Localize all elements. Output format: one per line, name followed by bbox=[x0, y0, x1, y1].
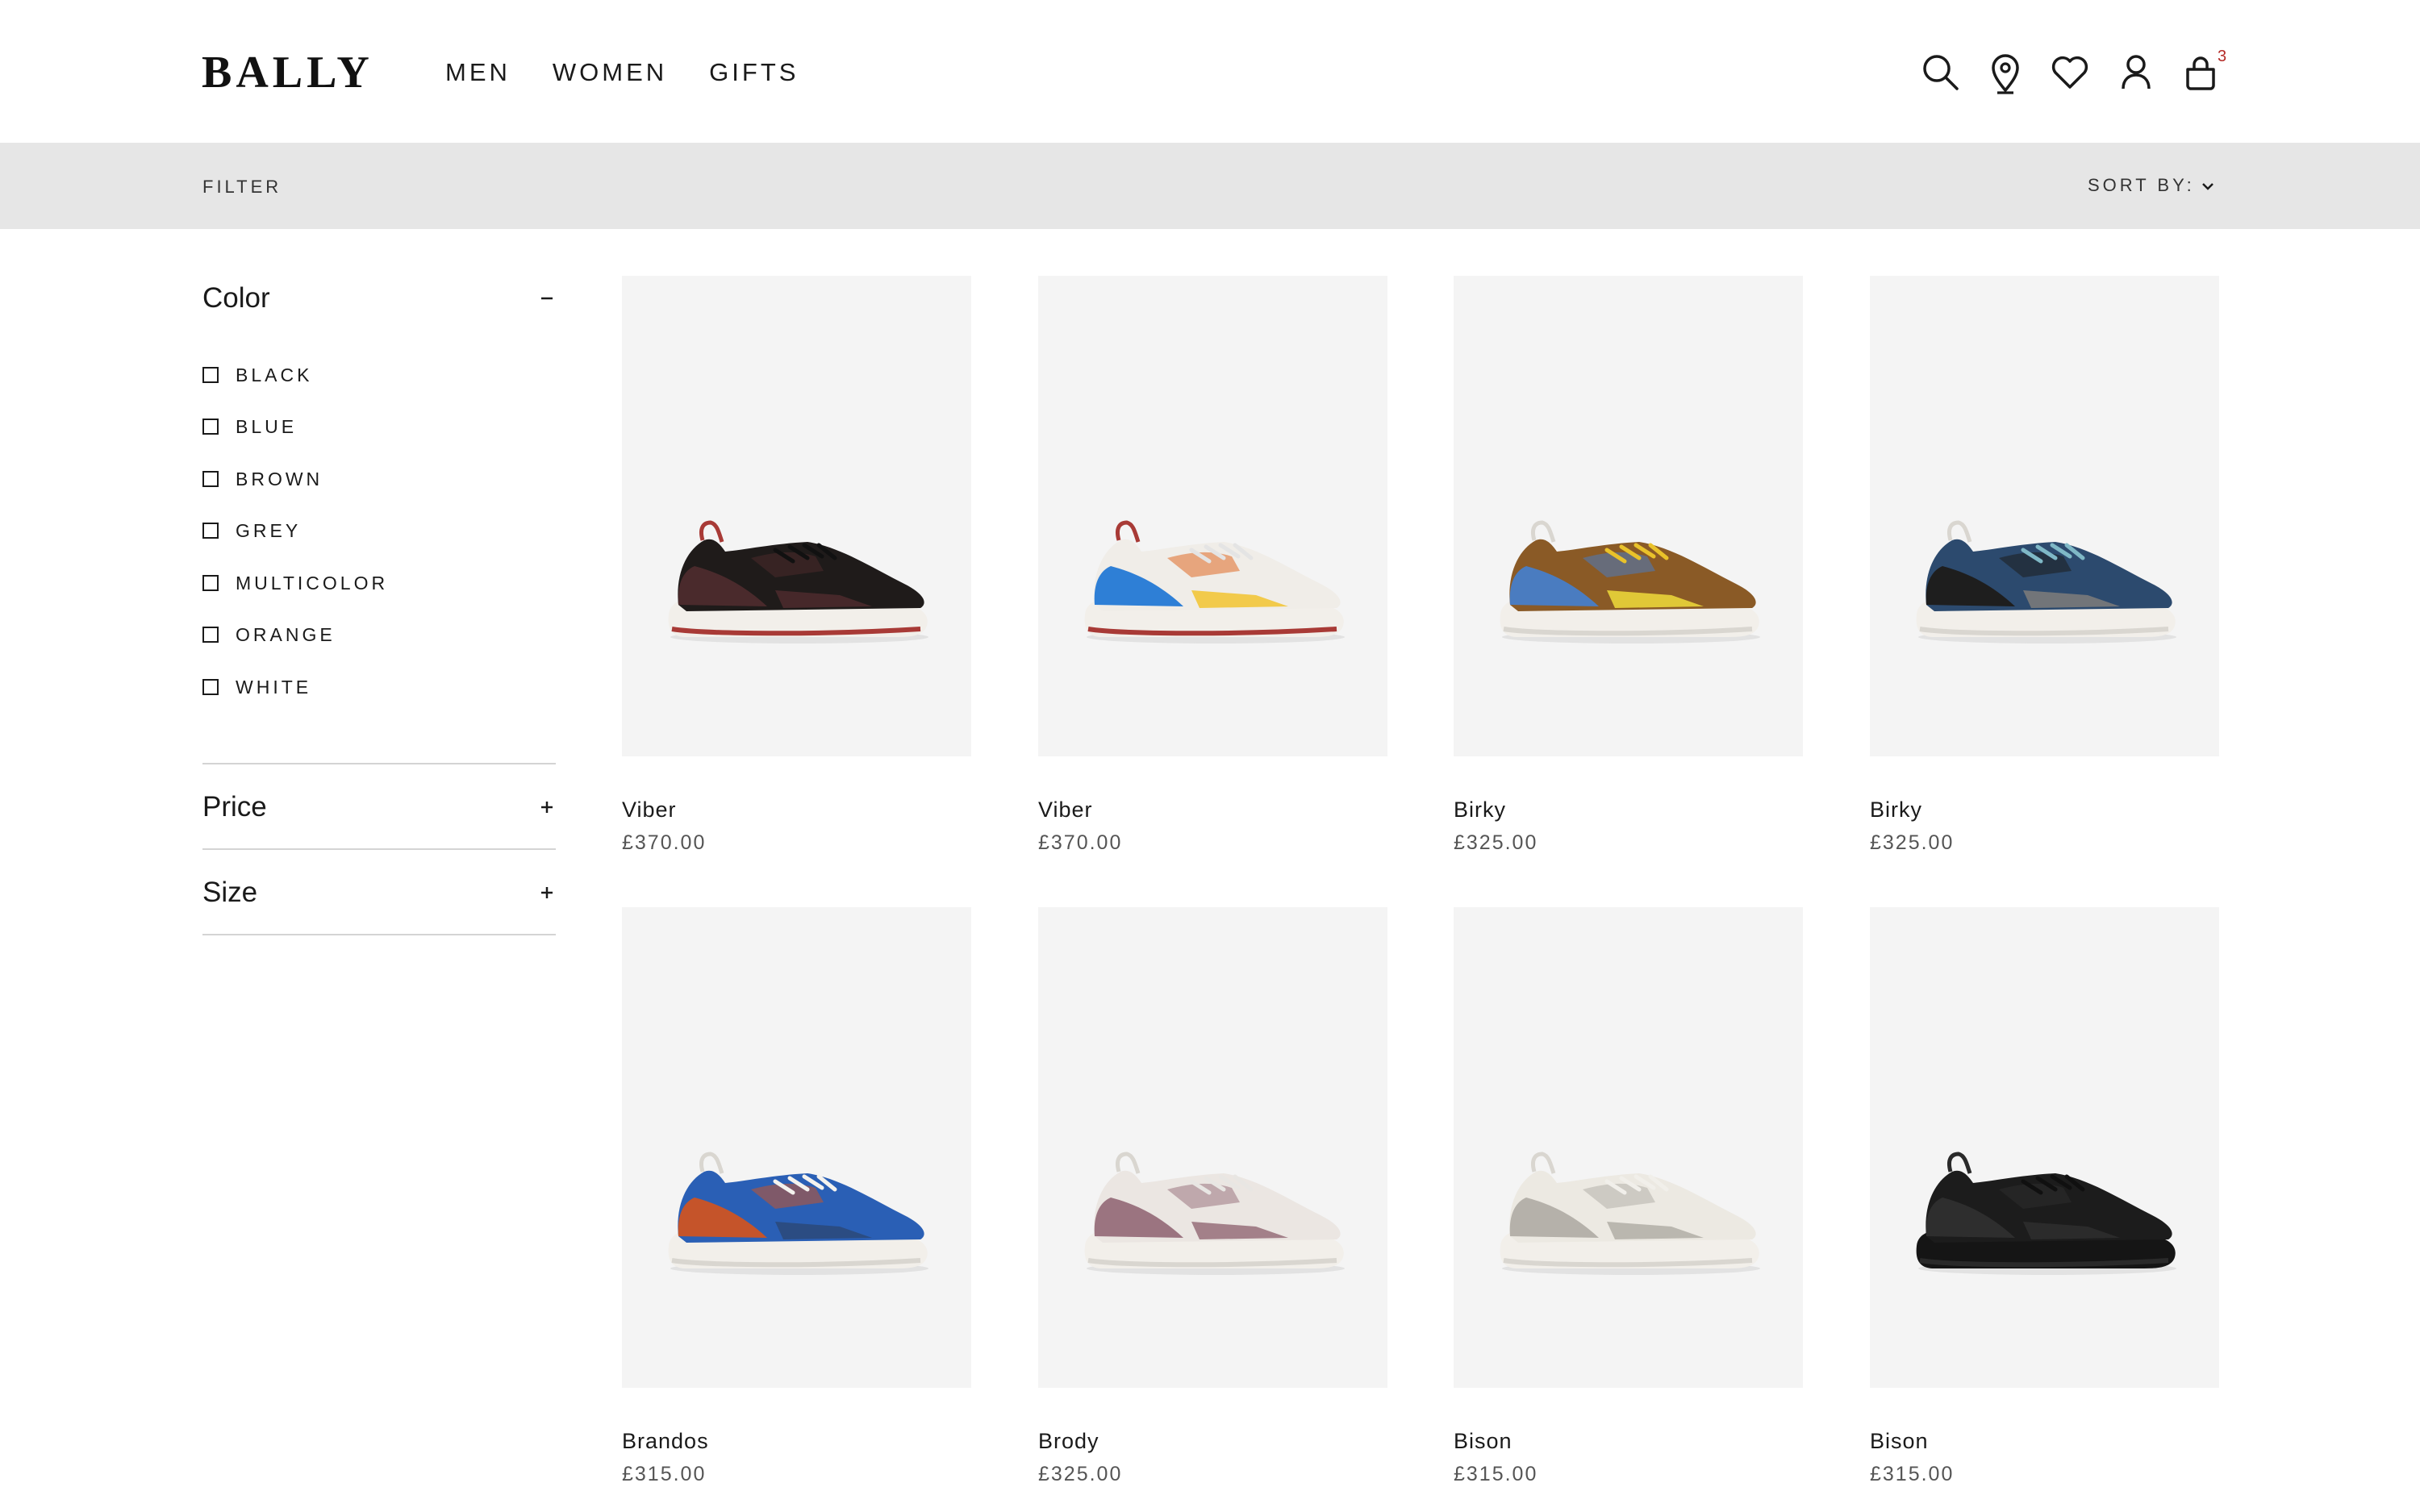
product-image[interactable] bbox=[622, 907, 971, 1388]
product-price: £325.00 bbox=[1038, 1463, 1123, 1485]
product-image[interactable] bbox=[1870, 907, 2219, 1388]
product-name[interactable]: Bison bbox=[1454, 1428, 1512, 1454]
collapse-icon[interactable] bbox=[534, 285, 560, 311]
color-option-label: GREY bbox=[236, 520, 302, 541]
product-image[interactable] bbox=[1454, 907, 1803, 1388]
color-option-label: BLUE bbox=[236, 416, 298, 437]
account-icon[interactable] bbox=[2113, 48, 2159, 97]
product-name[interactable]: Birky bbox=[1870, 797, 1922, 823]
color-option-multicolor[interactable]: MULTICOLOR bbox=[202, 572, 388, 594]
product-price: £315.00 bbox=[1454, 1463, 1538, 1485]
product-name[interactable]: Viber bbox=[622, 797, 677, 823]
checkbox[interactable] bbox=[202, 575, 219, 591]
price-filter-title[interactable]: Price bbox=[202, 791, 267, 823]
sneaker-image bbox=[1916, 1152, 2176, 1275]
color-option-orange[interactable]: ORANGE bbox=[202, 623, 336, 646]
color-option-label: BROWN bbox=[236, 469, 323, 489]
divider bbox=[202, 934, 556, 935]
color-option-black[interactable]: BLACK bbox=[202, 364, 312, 386]
filter-bar bbox=[0, 143, 2420, 229]
product-price: £325.00 bbox=[1454, 831, 1538, 854]
checkbox[interactable] bbox=[202, 523, 219, 539]
color-option-label: WHITE bbox=[236, 677, 312, 698]
sneaker-image bbox=[1500, 1152, 1760, 1275]
cart-icon[interactable] bbox=[2178, 48, 2223, 97]
sneaker-image bbox=[668, 520, 928, 644]
product-image[interactable] bbox=[1870, 276, 2219, 756]
product-name[interactable]: Viber bbox=[1038, 797, 1093, 823]
chevron-down-icon[interactable] bbox=[2198, 177, 2218, 196]
main-nav: MEN WOMEN GIFTS bbox=[445, 56, 799, 89]
color-option-brown[interactable]: BROWN bbox=[202, 468, 323, 490]
product-price: £325.00 bbox=[1870, 831, 1955, 854]
checkbox[interactable] bbox=[202, 471, 219, 487]
search-icon[interactable] bbox=[1918, 48, 1963, 97]
divider bbox=[202, 763, 556, 764]
sneaker-image bbox=[668, 1152, 928, 1275]
product-name[interactable]: Bison bbox=[1870, 1428, 1929, 1454]
nav-gifts[interactable]: GIFTS bbox=[709, 56, 799, 89]
product-name[interactable]: Birky bbox=[1454, 797, 1506, 823]
wishlist-icon[interactable] bbox=[2047, 48, 2092, 97]
brand-logo[interactable]: BALLY bbox=[202, 50, 373, 95]
sneaker-image bbox=[1084, 520, 1345, 644]
checkbox[interactable] bbox=[202, 367, 219, 383]
cart-count-badge: 3 bbox=[2218, 48, 2227, 65]
product-image[interactable] bbox=[1038, 276, 1387, 756]
product-price: £315.00 bbox=[1870, 1463, 1955, 1485]
size-filter-title[interactable]: Size bbox=[202, 877, 257, 909]
color-option-label: MULTICOLOR bbox=[236, 573, 389, 594]
product-name[interactable]: Brandos bbox=[622, 1428, 709, 1454]
sneaker-image bbox=[1500, 520, 1760, 644]
checkbox[interactable] bbox=[202, 679, 219, 695]
sneaker-image bbox=[1916, 520, 2176, 644]
product-price: £370.00 bbox=[622, 831, 707, 854]
nav-men[interactable]: MEN bbox=[445, 56, 511, 89]
checkbox[interactable] bbox=[202, 419, 219, 435]
checkbox[interactable] bbox=[202, 627, 219, 643]
product-price: £315.00 bbox=[622, 1463, 707, 1485]
nav-women[interactable]: WOMEN bbox=[553, 56, 667, 89]
color-filter-title[interactable]: Color bbox=[202, 282, 270, 314]
product-image[interactable] bbox=[622, 276, 971, 756]
product-image[interactable] bbox=[1038, 907, 1387, 1388]
color-option-label: ORANGE bbox=[236, 624, 336, 645]
product-price: £370.00 bbox=[1038, 831, 1123, 854]
color-option-blue[interactable]: BLUE bbox=[202, 415, 297, 438]
expand-icon[interactable] bbox=[534, 794, 560, 820]
expand-icon[interactable] bbox=[534, 880, 560, 906]
sneaker-image bbox=[1084, 1152, 1345, 1275]
color-option-white[interactable]: WHITE bbox=[202, 676, 311, 698]
product-name[interactable]: Brody bbox=[1038, 1428, 1099, 1454]
divider bbox=[202, 848, 556, 850]
color-option-label: BLACK bbox=[236, 364, 313, 385]
color-option-grey[interactable]: GREY bbox=[202, 519, 301, 542]
store-locator-icon[interactable] bbox=[1983, 48, 2028, 97]
product-image[interactable] bbox=[1454, 276, 1803, 756]
filter-toggle[interactable]: FILTER bbox=[202, 177, 282, 197]
sort-by-dropdown[interactable]: SORT BY: bbox=[2088, 176, 2195, 195]
